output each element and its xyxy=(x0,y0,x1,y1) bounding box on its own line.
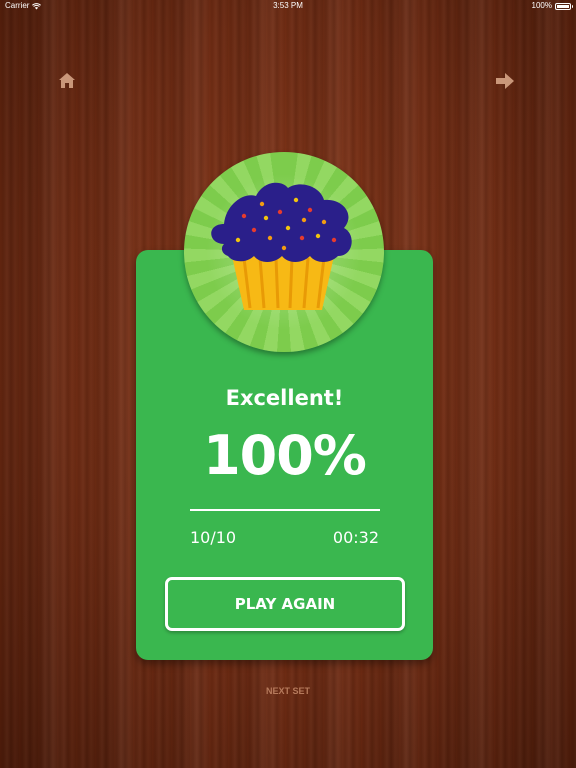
next-set-link[interactable]: NEXT SET xyxy=(0,686,576,696)
status-bar: Carrier 3:53 PM 100% xyxy=(0,0,576,12)
status-right: 100% xyxy=(531,0,573,12)
battery-percent: 100% xyxy=(531,1,552,10)
divider xyxy=(190,509,380,511)
cupcake-icon xyxy=(211,182,352,310)
elapsed-time: 00:32 xyxy=(332,528,379,547)
status-time: 3:53 PM xyxy=(273,1,303,10)
home-icon[interactable] xyxy=(56,70,78,92)
battery-icon xyxy=(555,2,573,10)
score-percentage: 100% xyxy=(203,424,367,487)
correct-count: 10/10 xyxy=(190,528,237,547)
play-again-button[interactable]: PLAY AGAIN xyxy=(165,577,405,631)
cupcake-badge xyxy=(184,152,384,352)
battery-fill xyxy=(557,4,569,8)
arrow-right-icon[interactable] xyxy=(494,70,516,92)
result-title: Excellent! xyxy=(225,386,344,410)
